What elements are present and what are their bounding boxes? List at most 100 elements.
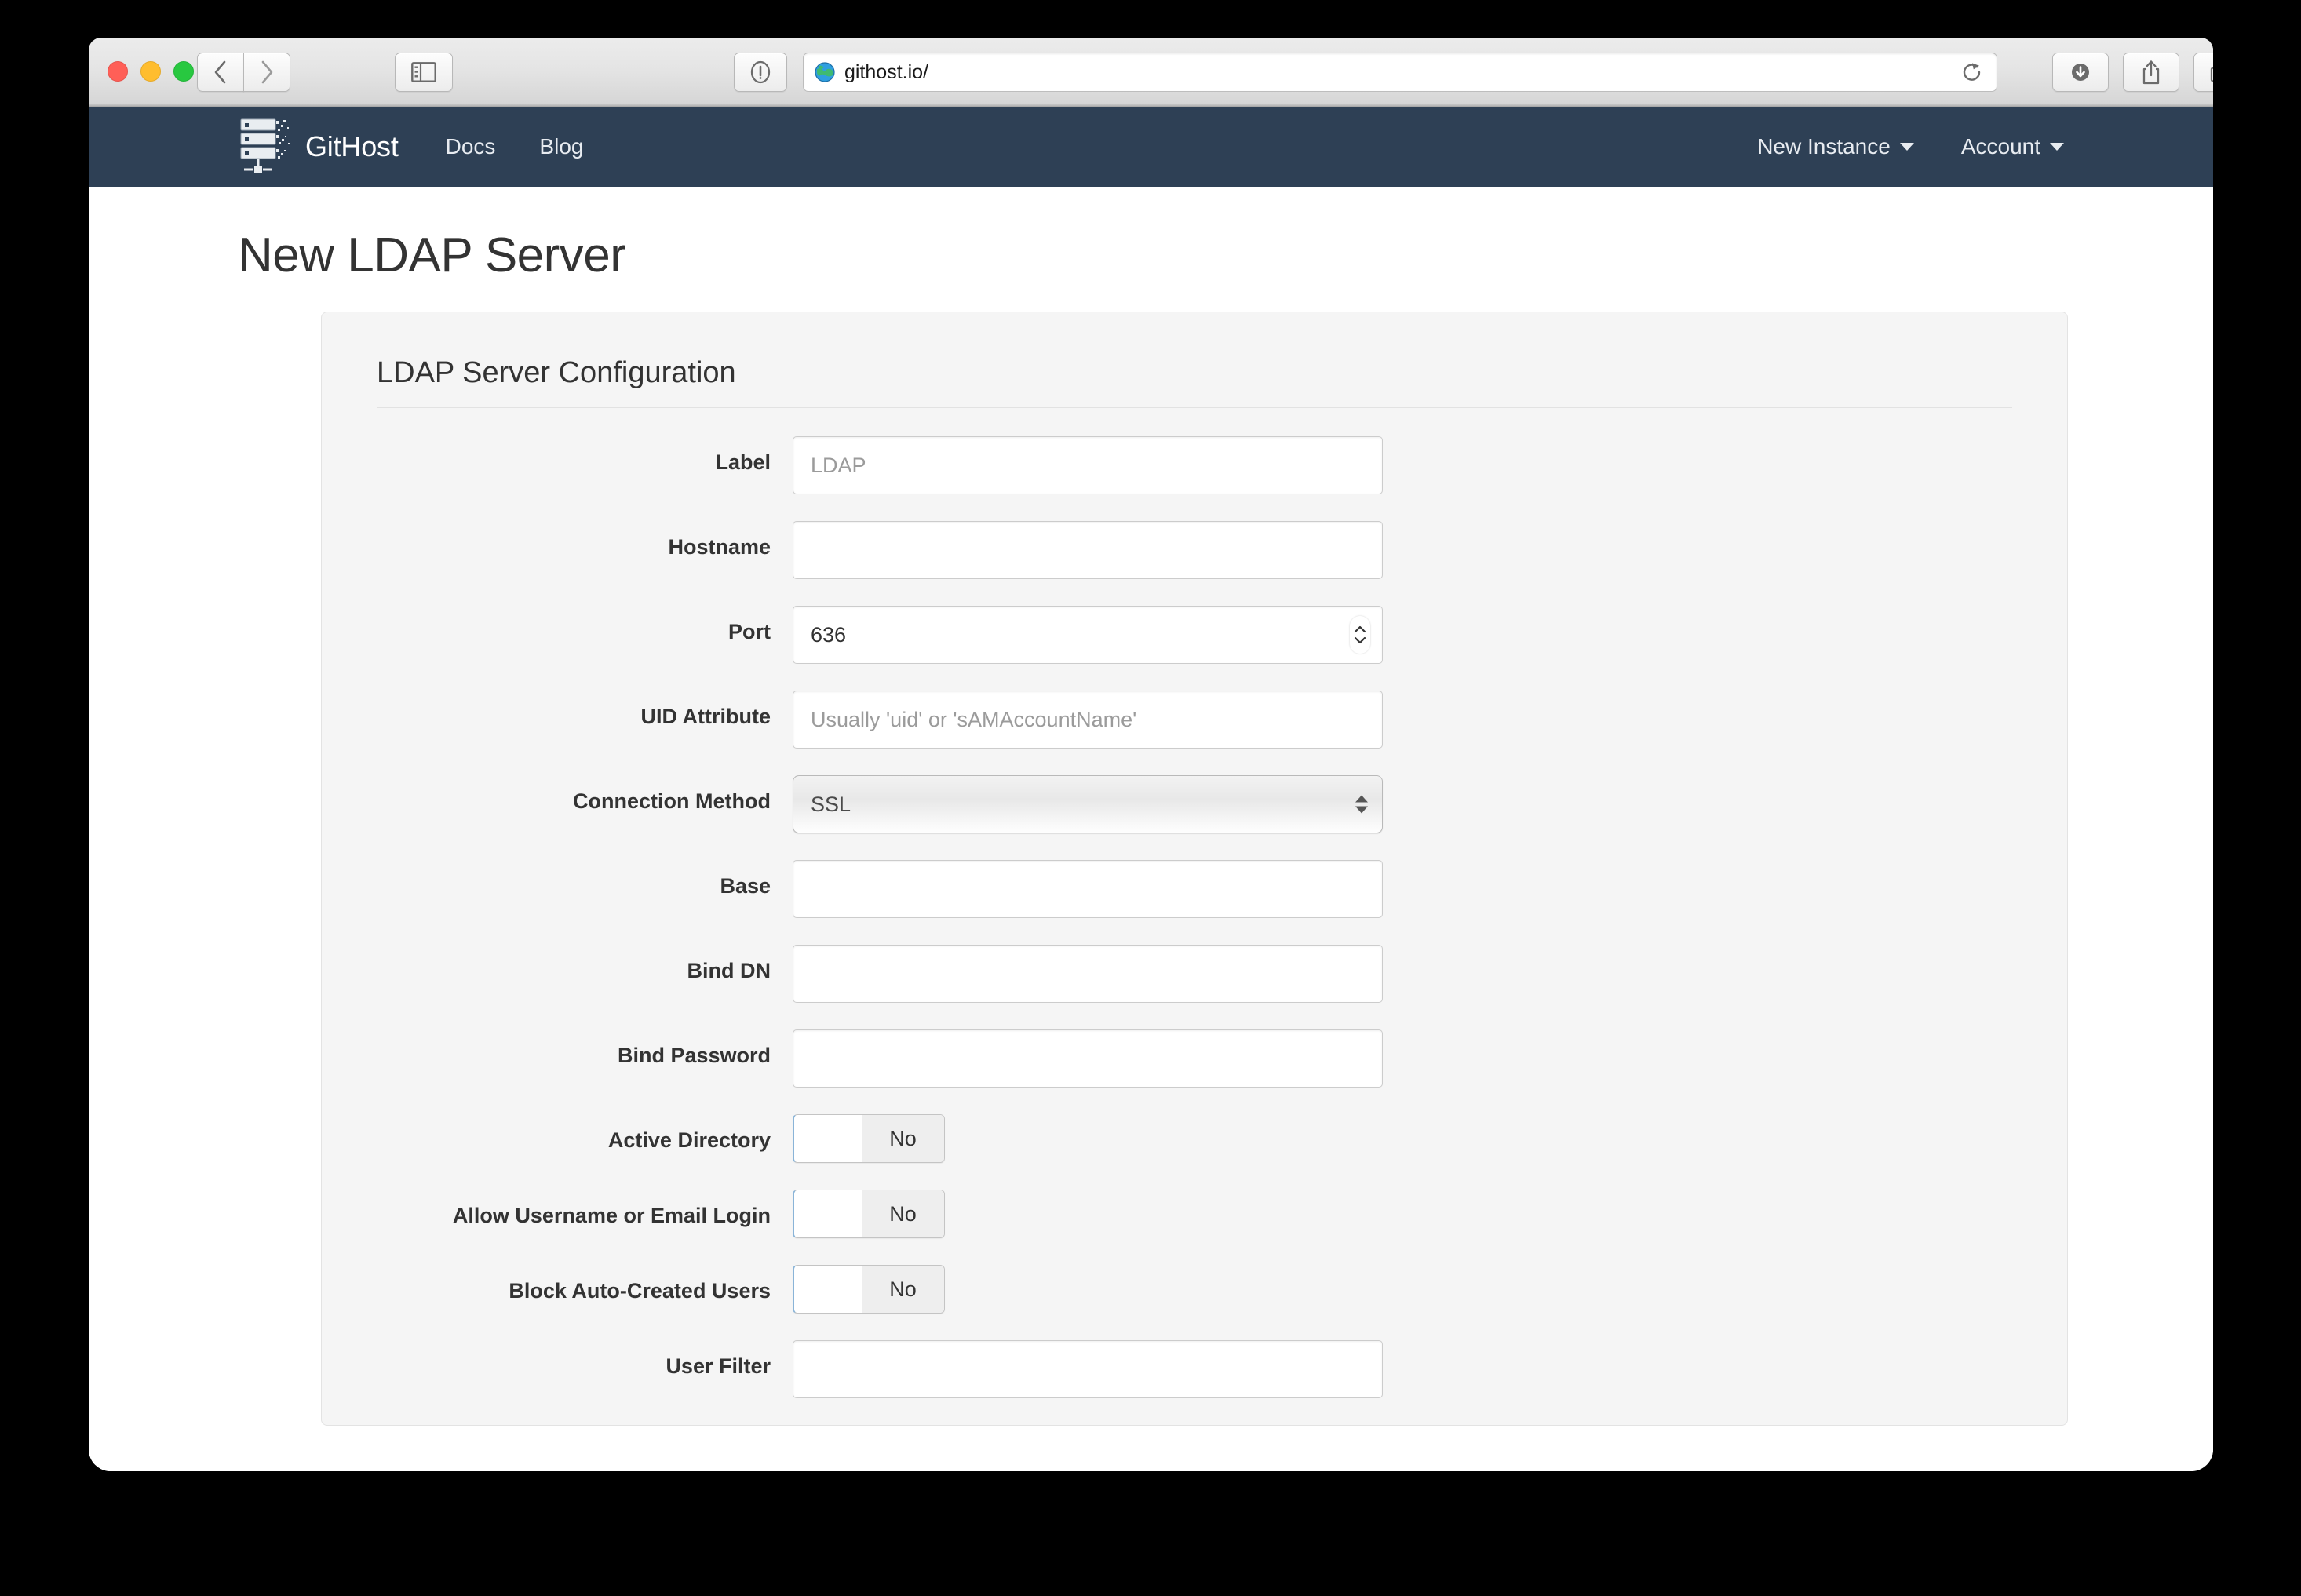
nav-dropdown-new-instance-label: New Instance <box>1757 134 1891 159</box>
form-row-allow-username-or-email-login: Allow Username or Email Login No <box>377 1190 2012 1238</box>
brand-name: GitHost <box>305 130 399 162</box>
input-uid-attribute[interactable] <box>793 691 1383 749</box>
field-control-base <box>793 860 1383 918</box>
form-row-uid-attribute: UID Attribute <box>377 691 2012 749</box>
form-row-active-directory: Active Directory No <box>377 1114 2012 1163</box>
field-label-uid-attribute: UID Attribute <box>640 705 771 728</box>
number-spinner-port[interactable] <box>1350 616 1370 654</box>
url-text: githost.io/ <box>844 60 929 83</box>
field-control-bind-password <box>793 1029 1383 1088</box>
select-connection-method[interactable]: SSL <box>793 775 1383 833</box>
field-label-user-filter: User Filter <box>666 1354 771 1378</box>
downloads-button[interactable] <box>2052 53 2109 92</box>
sidebar-icon <box>411 62 436 82</box>
form-row-hostname: Hostname <box>377 521 2012 579</box>
form-row-bind-dn: Bind DN <box>377 945 2012 1003</box>
chevron-up-icon[interactable] <box>1354 625 1366 633</box>
field-control-active-directory: No <box>793 1114 945 1163</box>
toggle-knob <box>794 1115 862 1162</box>
nav-dropdown-account-label: Account <box>1960 134 2040 159</box>
form-row-block-auto-created-users: Block Auto-Created Users No <box>377 1265 2012 1314</box>
reader-view-button[interactable] <box>734 53 787 92</box>
desktop-backdrop: githost.io/ GitHost Docs Blog New Instan… <box>0 0 2301 1596</box>
field-control-connection-method: SSL <box>793 775 1383 833</box>
toggle-knob <box>794 1190 862 1237</box>
form-row-label: Label <box>377 436 2012 494</box>
navbar-left-links: Docs Blog <box>424 134 606 159</box>
sidebar-toggle-button[interactable] <box>395 53 453 92</box>
close-window-button[interactable] <box>108 61 128 82</box>
form-row-user-filter: User Filter <box>377 1340 2012 1398</box>
page-title: New LDAP Server <box>238 228 626 282</box>
toggle-state-label: No <box>862 1115 944 1162</box>
nav-dropdown-account[interactable]: Account <box>1938 134 2088 159</box>
field-label-allow-username-or-email-login: Allow Username or Email Login <box>452 1204 771 1227</box>
ldap-server-form: Label Hostname Port UID Attribute Connection… <box>377 408 2012 1398</box>
select-value: SSL <box>811 792 851 816</box>
field-label-base: Base <box>720 874 771 898</box>
field-label-block-auto-created-users: Block Auto-Created Users <box>509 1279 771 1303</box>
page-content: New LDAP Server LDAP Server Configuratio… <box>89 187 2213 1426</box>
brand-logo-link[interactable]: GitHost <box>238 116 399 177</box>
safari-browser-window: githost.io/ GitHost Docs Blog New Instan… <box>89 38 2213 1471</box>
navbar-right-links: New Instance Account <box>1734 134 2088 159</box>
minimize-window-button[interactable] <box>140 61 161 82</box>
nav-dropdown-new-instance[interactable]: New Instance <box>1734 134 1938 159</box>
panel-heading: LDAP Server Configuration <box>377 356 2012 408</box>
site-navbar: GitHost Docs Blog New Instance Account <box>89 107 2213 187</box>
input-label[interactable] <box>793 436 1383 494</box>
browser-toolbar: githost.io/ <box>89 38 2213 107</box>
toggle-state-label: No <box>862 1190 944 1237</box>
field-label-bind-password: Bind Password <box>617 1044 771 1067</box>
form-row-base: Base <box>377 860 2012 918</box>
address-bar[interactable]: githost.io/ <box>803 53 1997 92</box>
field-control-label <box>793 436 1383 494</box>
nav-link-docs[interactable]: Docs <box>424 134 518 159</box>
field-control-block-auto-created-users: No <box>793 1265 945 1314</box>
chevron-left-icon <box>214 60 226 84</box>
forward-button[interactable] <box>243 53 290 92</box>
server-rack-icon <box>240 118 290 173</box>
share-icon <box>2142 60 2160 85</box>
ldap-config-panel: LDAP Server Configuration Label Hostname P… <box>321 312 2068 1426</box>
field-label-bind-dn: Bind DN <box>687 959 771 982</box>
form-row-connection-method: Connection Method SSL <box>377 775 2012 833</box>
input-user-filter[interactable] <box>793 1340 1383 1398</box>
reload-icon <box>1963 63 1981 81</box>
tabs-icon <box>2210 67 2213 82</box>
back-button[interactable] <box>197 53 244 92</box>
toggle-active-directory[interactable]: No <box>793 1114 945 1163</box>
input-base[interactable] <box>793 860 1383 918</box>
field-label-port: Port <box>728 620 771 643</box>
window-traffic-lights <box>108 61 194 82</box>
zoom-window-button[interactable] <box>173 61 194 82</box>
chevron-down-icon[interactable] <box>1354 636 1366 644</box>
field-label-hostname: Hostname <box>668 535 771 559</box>
share-button[interactable] <box>2123 53 2179 92</box>
field-control-hostname <box>793 521 1383 579</box>
field-control-user-filter <box>793 1340 1383 1398</box>
field-control-port <box>793 606 1383 664</box>
field-control-bind-dn <box>793 945 1383 1003</box>
input-hostname[interactable] <box>793 521 1383 579</box>
globe-icon <box>815 62 835 82</box>
page-viewport: GitHost Docs Blog New Instance Account N… <box>89 107 2213 1471</box>
form-row-port: Port <box>377 606 2012 664</box>
download-icon <box>2072 64 2089 81</box>
toggle-block-auto-created-users[interactable]: No <box>793 1265 945 1314</box>
reload-button[interactable] <box>1959 59 1986 86</box>
form-row-bind-password: Bind Password <box>377 1029 2012 1088</box>
field-control-uid-attribute <box>793 691 1383 749</box>
input-bind-password[interactable] <box>793 1029 1383 1088</box>
reader-icon <box>750 60 771 84</box>
toggle-allow-username-or-email-login[interactable]: No <box>793 1190 945 1238</box>
toggle-state-label: No <box>862 1266 944 1313</box>
show-all-tabs-button[interactable] <box>2193 53 2213 92</box>
chevron-right-icon <box>261 60 273 84</box>
toggle-knob <box>794 1266 862 1313</box>
input-bind-dn[interactable] <box>793 945 1383 1003</box>
nav-link-blog[interactable]: Blog <box>517 134 605 159</box>
field-label-active-directory: Active Directory <box>607 1128 771 1152</box>
select-arrows-icon <box>1355 795 1368 814</box>
input-port[interactable] <box>793 606 1383 664</box>
